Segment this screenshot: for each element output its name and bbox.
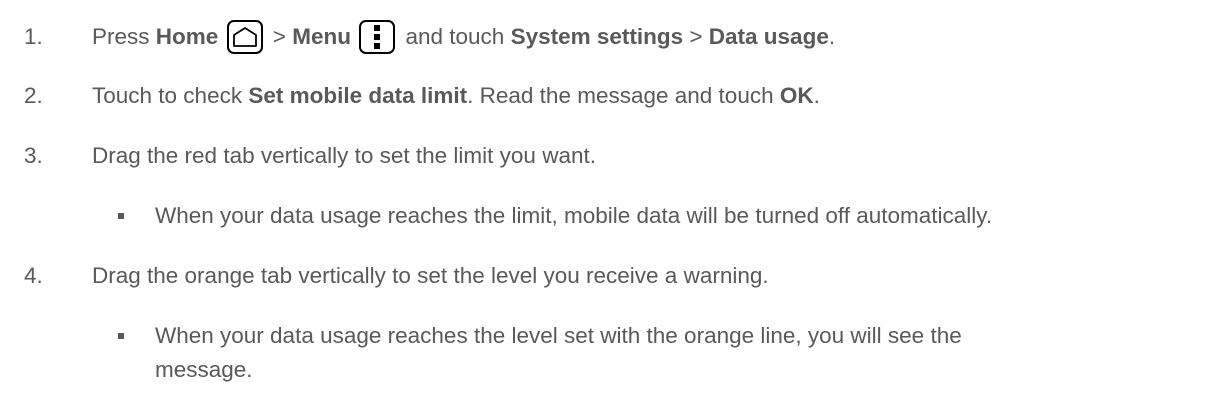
separator: >	[266, 24, 293, 49]
step-3: 3. Drag the red tab vertically to set the…	[24, 143, 596, 169]
step-text: Drag the red tab vertically to set the l…	[92, 143, 596, 168]
set-mobile-data-limit-label: Set mobile data limit	[248, 83, 468, 108]
home-icon	[226, 20, 263, 55]
period: .	[828, 24, 836, 49]
step-text: Touch to check	[92, 83, 249, 108]
bullet-text: When your data usage reaches the limit, …	[155, 203, 993, 228]
menu-label: Menu	[292, 24, 351, 49]
bullet-text-continuation: message.	[155, 357, 253, 382]
menu-icon	[359, 20, 396, 55]
step-text: Drag the orange tab vertically to set th…	[92, 263, 769, 288]
bullet-text: When your data usage reaches the level s…	[155, 323, 962, 348]
step-number: 4.	[24, 263, 43, 288]
step-number: 2.	[24, 83, 43, 108]
period: .	[813, 83, 820, 108]
step-4: 4. Drag the orange tab vertically to set …	[24, 263, 769, 289]
bullet-icon	[118, 213, 124, 219]
home-label: Home	[155, 24, 219, 49]
step-number: 3.	[24, 143, 43, 168]
step-2: 2. Touch to check Set mobile data limit. …	[24, 83, 820, 109]
bullet-icon	[118, 333, 124, 339]
step-text: . Read the message and touch	[467, 83, 780, 108]
ok-label: OK	[779, 83, 814, 108]
separator: >	[683, 24, 709, 49]
data-usage-label: Data usage	[708, 24, 829, 49]
step-text: Press	[92, 24, 156, 49]
step-number: 1.	[24, 24, 43, 49]
step-1: 1. Press Home > Menu and touch System set…	[24, 20, 836, 55]
step-text: and touch	[399, 24, 511, 49]
system-settings-label: System settings	[510, 24, 684, 49]
